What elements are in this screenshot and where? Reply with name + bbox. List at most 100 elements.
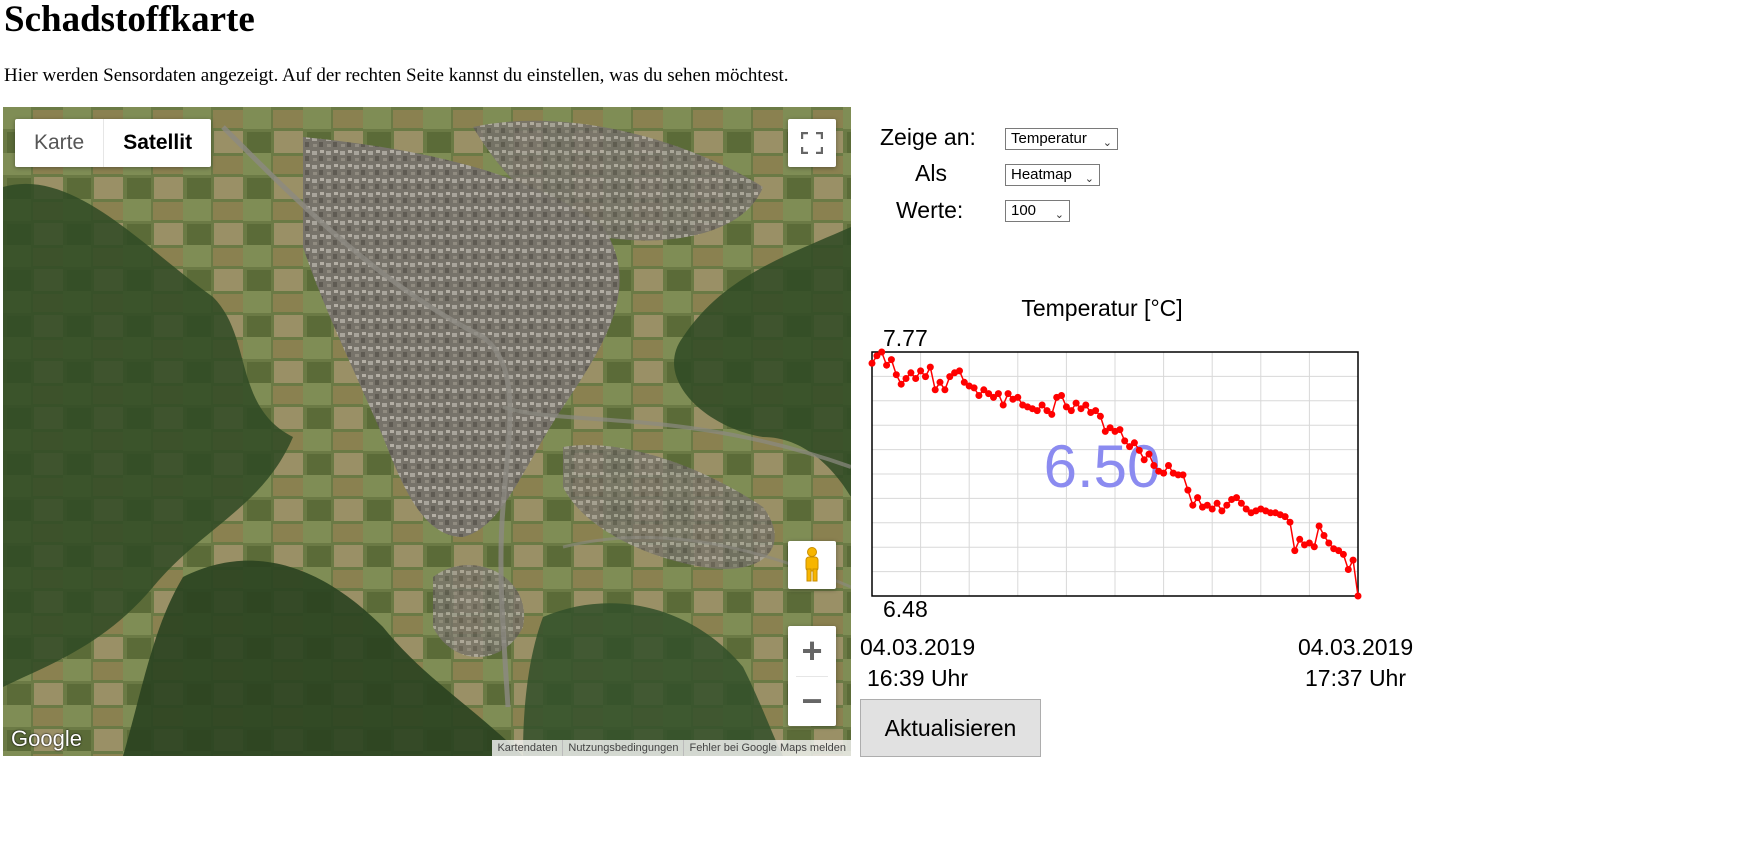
chart-point	[994, 390, 1002, 398]
refresh-button[interactable]: Aktualisieren	[860, 699, 1041, 757]
chart-point	[1291, 547, 1299, 555]
chart-point	[922, 373, 929, 381]
fullscreen-icon	[801, 132, 823, 154]
chart-point	[1237, 499, 1245, 507]
attribution-report-error-link[interactable]: Fehler bei Google Maps melden	[683, 740, 851, 756]
chart-point	[878, 348, 886, 356]
chart-end-date: 04.03.2019	[1298, 634, 1413, 660]
chart-point	[1048, 410, 1056, 418]
chart-point	[1296, 535, 1304, 543]
chart-end-time: 17:37 Uhr	[1305, 665, 1406, 691]
chart-point	[1208, 505, 1216, 513]
map-type-control: Karte Satellit	[15, 119, 212, 167]
page-title: Schadstoffkarte	[4, 0, 255, 40]
chart-point	[1213, 499, 1221, 507]
values-select[interactable]: 100 ⌄	[1005, 200, 1070, 222]
chart-point	[931, 386, 939, 394]
chart-point	[956, 367, 963, 375]
chart-point	[1135, 446, 1143, 454]
chart-point	[926, 363, 934, 371]
chart-point	[1325, 539, 1333, 547]
show-label: Zeige an:	[880, 124, 976, 150]
chart-point	[941, 386, 949, 394]
chevron-down-icon: ⌄	[1054, 209, 1064, 221]
chart-point	[1354, 592, 1362, 600]
chart-point	[1286, 518, 1294, 526]
zoom-in-button[interactable]: +	[788, 627, 836, 676]
chart-point	[1310, 543, 1318, 551]
chart-point	[1233, 494, 1240, 502]
chart-point	[883, 361, 891, 369]
chart-point	[1096, 412, 1104, 420]
chart-point	[1184, 486, 1192, 494]
chart-point	[902, 375, 910, 382]
chevron-down-icon: ⌄	[1084, 173, 1094, 185]
chart-point	[1038, 401, 1046, 409]
chart-point	[917, 367, 925, 375]
map-type-satellite-button[interactable]: Satellit	[103, 119, 211, 167]
chart-point	[1004, 390, 1012, 398]
chart-point	[887, 356, 895, 364]
google-logo[interactable]: Google	[11, 726, 82, 752]
map-type-karte-button[interactable]: Karte	[15, 119, 103, 167]
values-label: Werte:	[896, 197, 964, 223]
chart-point	[1033, 407, 1041, 415]
chart-point	[1072, 399, 1080, 407]
as-select-value: Heatmap	[1011, 166, 1072, 183]
satellite-imagery[interactable]	[3, 107, 851, 756]
as-label: Als	[915, 160, 947, 186]
chart-point	[1339, 550, 1347, 558]
chart-min-label: 6.48	[883, 596, 928, 622]
zoom-control: + −	[788, 626, 836, 726]
map-view[interactable]: Karte Satellit + − Google Kartendaten Nu…	[3, 107, 851, 756]
as-select[interactable]: Heatmap ⌄	[1005, 164, 1100, 186]
chart-point	[1121, 437, 1129, 445]
chart-point	[1058, 392, 1065, 399]
chart-point	[892, 371, 900, 379]
pegman-icon	[805, 547, 819, 582]
chart-point	[1014, 393, 1022, 401]
intro-text: Hier werden Sensordaten angezeigt. Auf d…	[4, 65, 789, 86]
chart-point	[936, 378, 944, 386]
chart-point	[1130, 439, 1138, 447]
chart-max-label: 7.77	[883, 325, 928, 351]
chart-point	[1140, 456, 1148, 464]
chart-point	[1150, 462, 1158, 469]
chart-point	[1281, 513, 1289, 521]
attribution-map-data-link[interactable]: Kartendaten	[492, 740, 562, 756]
chart-point	[1116, 426, 1124, 434]
chart-point	[1165, 462, 1172, 469]
values-select-value: 100	[1011, 202, 1037, 219]
chart-point	[1067, 407, 1075, 415]
chart-point	[970, 384, 978, 392]
chart-point	[1092, 407, 1100, 415]
chart-point	[1082, 401, 1090, 409]
street-view-button[interactable]	[788, 541, 836, 589]
chart-point	[1315, 522, 1323, 530]
chart-point	[1194, 494, 1202, 502]
show-select[interactable]: Temperatur ⌄	[1005, 128, 1118, 150]
chart-point	[1189, 501, 1197, 509]
chart-point	[1223, 501, 1231, 509]
chart-start-time: 16:39 Uhr	[867, 665, 968, 691]
chart-point	[1160, 469, 1168, 477]
chart-point	[868, 359, 876, 367]
chart-point	[1179, 471, 1187, 479]
show-select-value: Temperatur	[1011, 130, 1087, 147]
chart-point	[999, 401, 1007, 409]
chart-title: Temperatur [°C]	[1021, 295, 1182, 321]
chart-point	[1344, 566, 1352, 573]
chart-point	[1320, 532, 1328, 539]
fullscreen-button[interactable]	[788, 119, 836, 167]
zoom-out-button[interactable]: −	[788, 677, 836, 726]
temperature-chart: Temperatur [°C] 7.77 6.50 6.48 04.03.201…	[860, 295, 1413, 691]
chart-current-value: 6.50	[1044, 433, 1161, 500]
chart-point	[1218, 507, 1226, 515]
map-attribution: Kartendaten Nutzungsbedingungen Fehler b…	[492, 740, 851, 756]
attribution-terms-link[interactable]: Nutzungsbedingungen	[562, 740, 683, 756]
chart-point	[1145, 450, 1153, 458]
chart-point	[912, 375, 920, 382]
chart-start-date: 04.03.2019	[860, 634, 975, 660]
chevron-down-icon: ⌄	[1102, 137, 1112, 149]
chart-point	[975, 392, 983, 399]
